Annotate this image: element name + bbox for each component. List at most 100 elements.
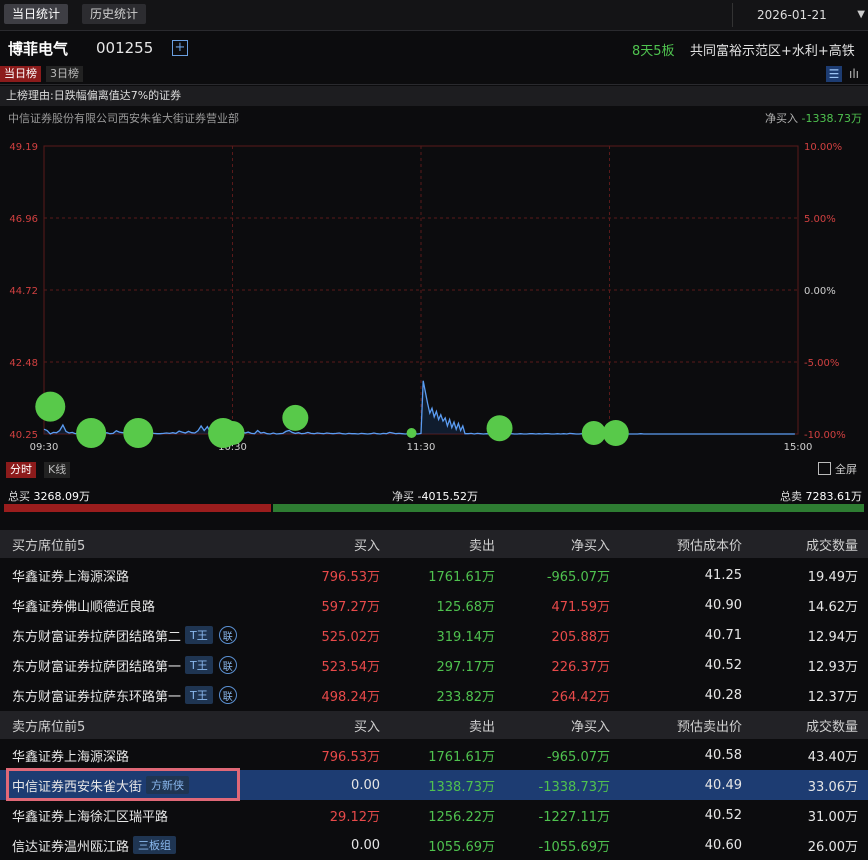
sell-value: 1256.22万	[428, 809, 495, 825]
seat-name-cell: 信达证券温州瓯江路 三板组	[12, 830, 177, 860]
fullscreen-label: 全屏	[835, 463, 857, 476]
trader-tag[interactable]: 三板组	[133, 836, 177, 854]
buy-ratio-bar	[4, 504, 271, 512]
col-buy[interactable]: 买入	[300, 711, 380, 739]
col-buy-seat: 买方席位前5	[12, 538, 86, 554]
buy-value: 796.53万	[321, 749, 381, 765]
y-right-tick-label: 5.00%	[804, 214, 836, 225]
col-sell-price[interactable]: 预估卖出价	[630, 711, 742, 739]
tab-today-stats[interactable]: 当日统计	[4, 4, 69, 24]
net-value: -1227.11万	[538, 809, 610, 825]
volume-value: 33.06万	[807, 779, 858, 795]
fullscreen-button[interactable]: 全屏	[818, 462, 857, 478]
trader-tag[interactable]: T王	[185, 656, 213, 674]
date-value: 2026-01-21	[757, 8, 827, 22]
price-value: 40.71	[704, 627, 742, 643]
col-sell[interactable]: 卖出	[400, 711, 495, 739]
y-right-tick-label: 10.00%	[804, 142, 842, 153]
sell-table-header: 卖方席位前5 买入 卖出 净买入 预估卖出价 成交数量	[0, 711, 868, 739]
seat-net-buy: 净买入 -1338.73万	[765, 110, 862, 126]
seat-name-cell: 东方财富证券拉萨团结路第一 T王联	[12, 650, 237, 680]
sell-ratio-bar	[273, 504, 864, 512]
table-row[interactable]: 华鑫证券上海源深路 796.53万 1761.61万 -965.07万 40.5…	[0, 740, 868, 770]
table-row[interactable]: 华鑫证券上海源深路 796.53万 1761.61万 -965.07万 41.2…	[0, 560, 868, 590]
volume-value: 43.40万	[807, 749, 858, 765]
x-tick-label: 09:30	[30, 442, 59, 453]
selected-seat-name: 中信证券股份有限公司西安朱雀大街证券营业部	[8, 112, 239, 125]
table-row[interactable]: 东方财富证券拉萨团结路第一 T王联 523.54万 297.17万 226.37万…	[0, 650, 868, 680]
table-row[interactable]: 华鑫证券上海徐汇区瑞平路 29.12万 1256.22万 -1227.11万 4…	[0, 800, 868, 830]
col-cost[interactable]: 预估成本价	[630, 530, 742, 558]
col-buy[interactable]: 买入	[300, 530, 380, 558]
tab-3day-rank[interactable]: 3日榜	[46, 66, 83, 82]
board-count: 8天5板	[632, 44, 675, 59]
chevron-down-icon: ▼	[857, 9, 865, 20]
y-right-tick-label: -10.00%	[804, 430, 846, 441]
col-sell[interactable]: 卖出	[400, 530, 495, 558]
trader-tag[interactable]: T王	[185, 686, 213, 704]
volume-value: 26.00万	[807, 839, 858, 855]
volume-value: 12.93万	[807, 659, 858, 675]
buy-value: 498.24万	[321, 689, 381, 705]
table-row[interactable]: 东方财富证券拉萨团结路第二 T王联 525.02万 319.14万 205.88万…	[0, 620, 868, 650]
trade-marker	[76, 418, 107, 448]
total-buy: 总买 3268.09万	[8, 488, 90, 504]
tab-kline[interactable]: K线	[44, 462, 71, 478]
buy-value: 0.00	[351, 777, 380, 793]
total-sell: 总卖 7283.61万	[780, 488, 862, 504]
y-tick-label: 44.72	[9, 286, 38, 297]
trade-marker	[581, 421, 606, 445]
col-net[interactable]: 净买入	[510, 530, 610, 558]
table-row[interactable]: 华鑫证券佛山顺德近良路 597.27万 125.68万 471.59万 40.9…	[0, 590, 868, 620]
total-buy-value: 3268.09万	[33, 490, 91, 503]
sell-value: 1761.61万	[428, 569, 495, 585]
y-tick-label: 40.25	[9, 430, 38, 441]
tab-history-stats[interactable]: 历史统计	[82, 4, 147, 24]
linked-icon[interactable]: 联	[218, 656, 237, 674]
seat-net-buy-value: -1338.73万	[801, 112, 862, 125]
trade-marker	[220, 421, 245, 445]
col-volume[interactable]: 成交数量	[760, 530, 858, 558]
stock-header: 博菲电气 001255 + 8天5板 共同富裕示范区+水利+高铁	[0, 32, 868, 64]
price-value: 40.49	[704, 777, 742, 793]
trade-marker	[602, 420, 629, 446]
linked-icon[interactable]: 联	[218, 626, 237, 644]
net-value: 226.37万	[551, 659, 611, 675]
seat-net-buy-label: 净买入	[765, 112, 799, 125]
net-value: -965.07万	[546, 749, 610, 765]
list-view-icon[interactable]: ☰	[826, 66, 842, 82]
net-value: -1338.73万	[538, 779, 610, 795]
col-net[interactable]: 净买入	[510, 711, 610, 739]
seat-name: 东方财富证券拉萨团结路第二	[12, 629, 182, 645]
top-bar: 当日统计 历史统计 2026-01-21 ▼	[0, 0, 868, 31]
bar-chart-icon[interactable]: ılı	[846, 66, 862, 82]
sell-value: 319.14万	[436, 629, 496, 645]
table-row[interactable]: 信达证券温州瓯江路 三板组 0.00 1055.69万 -1055.69万 40.…	[0, 830, 868, 860]
net-value: 264.42万	[551, 689, 611, 705]
trade-marker	[35, 391, 66, 422]
tab-time-share[interactable]: 分时	[6, 462, 36, 478]
y-right-tick-label: -5.00%	[804, 358, 839, 369]
intraday-chart: 49.19 46.96 44.72 42.48 40.25 10.00% 5.00% 0.00…	[9, 142, 846, 453]
col-volume[interactable]: 成交数量	[760, 711, 858, 739]
price-value: 40.52	[704, 807, 742, 823]
stock-name: 博菲电气	[8, 40, 69, 58]
table-row[interactable]: 东方财富证券拉萨东环路第一 T王联 498.24万 233.82万 264.42万…	[0, 680, 868, 710]
price-value: 40.52	[704, 657, 742, 673]
volume-value: 12.37万	[807, 689, 858, 705]
sell-value: 1761.61万	[428, 749, 495, 765]
plus-square-icon[interactable]: +	[172, 40, 188, 56]
linked-icon[interactable]: 联	[218, 686, 237, 704]
trader-tag[interactable]: T王	[185, 626, 213, 644]
net-value: -1055.69万	[538, 839, 610, 855]
seat-name-cell: 东方财富证券拉萨东环路第一 T王联	[12, 680, 237, 710]
sell-value: 233.82万	[436, 689, 496, 705]
sell-value: 1338.73万	[428, 779, 495, 795]
net-value: 471.59万	[551, 599, 611, 615]
tab-today-rank[interactable]: 当日榜	[0, 66, 41, 82]
date-picker[interactable]: 2026-01-21 ▼	[732, 3, 868, 27]
seat-name: 华鑫证券上海源深路	[12, 569, 130, 585]
total-buy-label: 总买	[8, 490, 30, 503]
price-value: 40.90	[704, 597, 742, 613]
highlight-box	[6, 768, 240, 801]
